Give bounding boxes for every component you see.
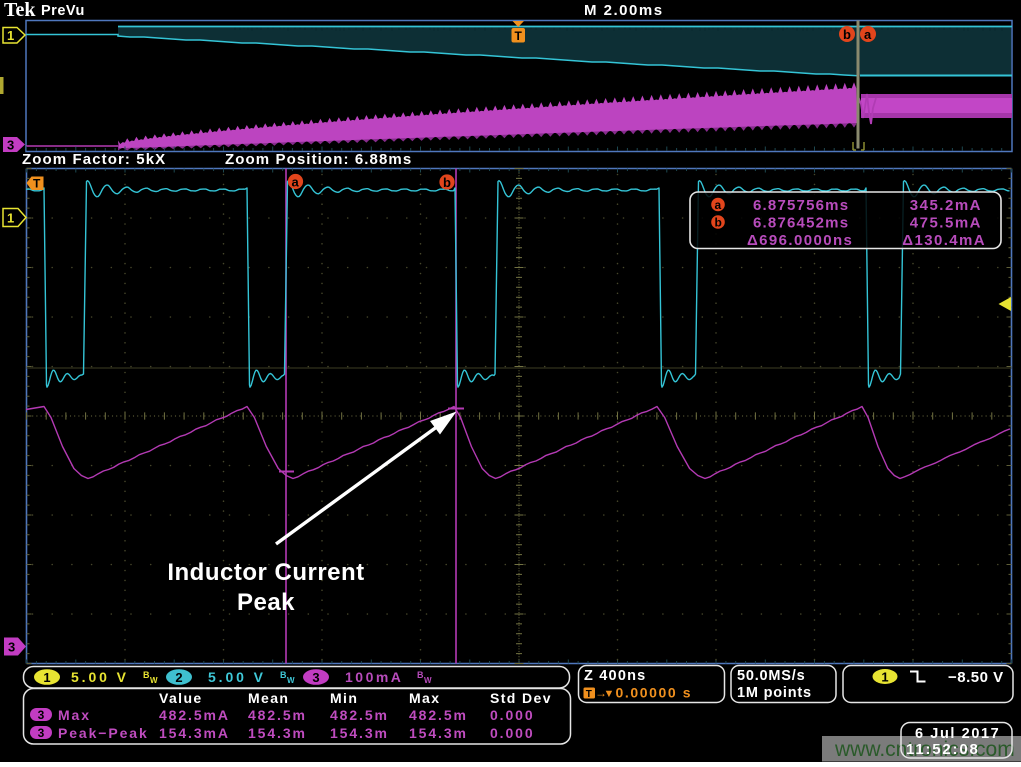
svg-text:Tek: Tek xyxy=(4,0,36,21)
svg-text:Std Dev: Std Dev xyxy=(490,690,552,706)
svg-text:154.3m: 154.3m xyxy=(409,725,468,741)
svg-text:W: W xyxy=(150,676,158,685)
svg-text:▼: ▼ xyxy=(604,688,615,700)
svg-text:1: 1 xyxy=(43,670,50,685)
svg-text:0.000: 0.000 xyxy=(490,725,535,741)
svg-text:154.3m: 154.3m xyxy=(330,725,389,741)
svg-text:−8.50 V: −8.50 V xyxy=(948,669,1004,686)
svg-text:W: W xyxy=(287,676,295,685)
svg-text:Mean: Mean xyxy=(248,690,289,706)
svg-text:6.876452ms: 6.876452ms xyxy=(753,215,849,232)
svg-text:11:52:08: 11:52:08 xyxy=(906,741,980,758)
svg-text:0.000: 0.000 xyxy=(490,707,535,723)
svg-text:B: B xyxy=(280,670,287,680)
svg-text:3: 3 xyxy=(8,640,15,655)
svg-text:2: 2 xyxy=(175,670,182,685)
svg-text:a: a xyxy=(715,198,722,212)
svg-text:PreVu: PreVu xyxy=(41,3,85,19)
svg-text:Zoom Position: 6.88ms: Zoom Position: 6.88ms xyxy=(225,151,412,168)
svg-text:a: a xyxy=(864,27,872,42)
svg-text:T: T xyxy=(33,177,41,191)
svg-text:482.5m: 482.5m xyxy=(330,707,389,723)
svg-text:475.5mA: 475.5mA xyxy=(910,215,982,232)
svg-text:T: T xyxy=(586,689,592,700)
svg-text:Peak−Peak: Peak−Peak xyxy=(58,725,149,741)
svg-text:B: B xyxy=(417,670,424,680)
svg-text:a: a xyxy=(292,175,300,190)
svg-text:Max: Max xyxy=(58,707,91,723)
svg-text:482.5mA: 482.5mA xyxy=(159,707,230,723)
svg-text:T: T xyxy=(515,29,523,43)
svg-text:Δ130.4mA: Δ130.4mA xyxy=(902,232,986,249)
svg-text:Min: Min xyxy=(330,690,358,706)
svg-text:3: 3 xyxy=(312,670,319,685)
svg-text:154.3m: 154.3m xyxy=(248,725,307,741)
svg-text:6.875756ms: 6.875756ms xyxy=(753,197,849,214)
svg-text:482.5m: 482.5m xyxy=(409,707,468,723)
svg-text:5.00 V: 5.00 V xyxy=(71,669,129,685)
svg-text:Peak: Peak xyxy=(237,589,295,616)
svg-text:B: B xyxy=(143,670,150,680)
svg-text:3: 3 xyxy=(38,708,45,722)
svg-text:Inductor Current: Inductor Current xyxy=(167,559,364,586)
svg-text:Zoom Factor: 5kX: Zoom Factor: 5kX xyxy=(22,151,166,168)
svg-text:W: W xyxy=(424,676,432,685)
svg-text:b: b xyxy=(715,216,722,230)
svg-text:M 2.00ms: M 2.00ms xyxy=(584,2,664,19)
svg-text:Value: Value xyxy=(159,690,203,706)
svg-text:5.00 V: 5.00 V xyxy=(208,669,266,685)
svg-text:100mA: 100mA xyxy=(345,669,403,685)
svg-text:345.2mA: 345.2mA xyxy=(910,197,982,214)
svg-text:Δ696.0000ns: Δ696.0000ns xyxy=(747,232,853,249)
svg-text:154.3mA: 154.3mA xyxy=(159,725,230,741)
svg-text:b: b xyxy=(443,175,451,190)
svg-text:0.00000 s: 0.00000 s xyxy=(616,685,693,701)
svg-text:1: 1 xyxy=(881,670,888,685)
svg-text:1: 1 xyxy=(7,211,14,226)
svg-text:3: 3 xyxy=(7,138,14,153)
svg-text:482.5m: 482.5m xyxy=(248,707,307,723)
svg-text:6 Jul 2017: 6 Jul 2017 xyxy=(915,726,1000,742)
svg-text:3: 3 xyxy=(38,726,45,740)
svg-text:Z 400ns: Z 400ns xyxy=(584,668,646,684)
svg-text:50.0MS/s: 50.0MS/s xyxy=(737,668,805,684)
svg-text:b: b xyxy=(843,27,851,42)
svg-text:1: 1 xyxy=(7,28,14,43)
svg-text:1M points: 1M points xyxy=(737,685,812,701)
svg-text:Max: Max xyxy=(409,690,440,706)
